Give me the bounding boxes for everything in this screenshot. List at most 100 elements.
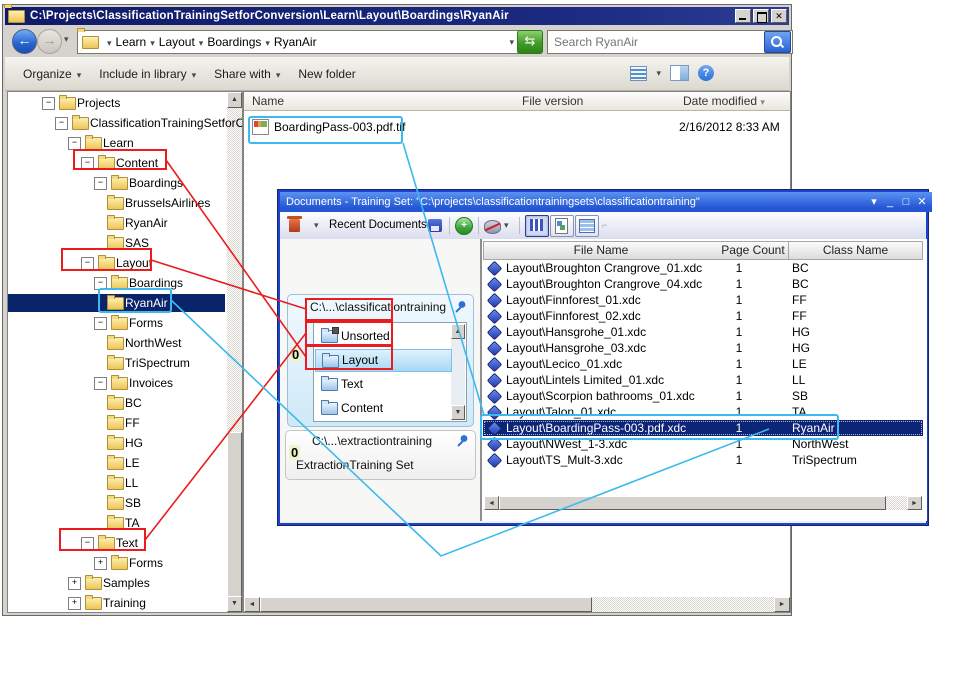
address-dropdown-icon[interactable]: ▾: [509, 37, 514, 48]
tree-scroll-thumb[interactable]: [227, 432, 242, 599]
scroll-down-icon[interactable]: ▼: [451, 405, 465, 420]
breadcrumb-item-layout[interactable]: Layout: [159, 35, 195, 49]
tree-item-layout[interactable]: −Layout: [8, 254, 225, 272]
maximize-button[interactable]: □: [898, 192, 914, 212]
scroll-right-icon[interactable]: ►: [907, 496, 922, 510]
preview-pane-icon[interactable]: [670, 65, 689, 81]
document-row[interactable]: Layout\NWest_1-3.xdc1NorthWest: [483, 436, 923, 452]
expand-toggle-icon[interactable]: −: [94, 277, 107, 290]
history-dropdown-icon[interactable]: ▾: [64, 34, 69, 45]
breadcrumb-separator-icon[interactable]: ▾: [265, 38, 270, 48]
address-field[interactable]: ▾Learn▾Layout▾Boardings▾RyanAir ▾: [77, 30, 519, 54]
document-row[interactable]: Layout\Broughton Crangrove_01.xdc1BC: [483, 260, 923, 276]
tree-item-forms[interactable]: +Forms: [8, 554, 225, 572]
scroll-left-icon[interactable]: ◄: [484, 496, 499, 510]
share-with-button[interactable]: Share with▾: [214, 67, 280, 81]
new-folder-button[interactable]: New folder: [298, 67, 355, 81]
pin-icon[interactable]: [454, 300, 467, 313]
document-row-selected[interactable]: Layout\BoardingPass-003.pdf.xdc1RyanAir: [483, 420, 923, 436]
expand-toggle-icon[interactable]: −: [81, 157, 94, 170]
documents-scroll-thumb[interactable]: [499, 496, 886, 510]
tree-item-brusselsairlines[interactable]: BrusselsAirlines: [8, 194, 225, 212]
expand-toggle-icon[interactable]: −: [94, 317, 107, 330]
expand-toggle-icon[interactable]: −: [94, 177, 107, 190]
tree-item-classificationtrainingsetforc[interactable]: −ClassificationTrainingSetforC: [8, 114, 225, 132]
expand-toggle-icon[interactable]: −: [81, 537, 94, 550]
extraction-training-card[interactable]: C:\...\extractiontraining 0 ExtractionTr…: [285, 430, 476, 480]
scroll-right-icon[interactable]: ►: [774, 597, 790, 612]
tree-item-sas[interactable]: SAS: [8, 234, 225, 252]
document-row[interactable]: Layout\Hansgrohe_01.xdc1HG: [483, 324, 923, 340]
expand-toggle-icon[interactable]: −: [94, 377, 107, 390]
breadcrumb-item-boardings[interactable]: Boardings: [207, 35, 261, 49]
tree-item-boardings[interactable]: −Boardings: [8, 274, 225, 292]
breadcrumb-separator-icon[interactable]: ▾: [107, 38, 112, 48]
expand-toggle-icon[interactable]: −: [81, 257, 94, 270]
close-button[interactable]: ✕: [914, 192, 930, 212]
recent-documents-button[interactable]: Recent Documents: [329, 217, 427, 234]
column-header-name[interactable]: Name: [244, 92, 515, 111]
tree-item-boardings[interactable]: −Boardings: [8, 174, 225, 192]
minimize-button[interactable]: _: [882, 192, 898, 212]
explorer-titlebar[interactable]: C:\Projects\ClassificationTrainingSetfor…: [5, 7, 789, 25]
tree-item-invoices[interactable]: −Invoices: [8, 374, 225, 392]
breadcrumb-item-learn[interactable]: Learn: [116, 35, 147, 49]
thumbnail-view-button[interactable]: [575, 215, 599, 237]
tree-item-bc[interactable]: BC: [8, 394, 225, 412]
scroll-up-icon[interactable]: ▲: [451, 324, 465, 339]
scroll-left-icon[interactable]: ◄: [244, 597, 260, 612]
refresh-icon[interactable]: +: [455, 217, 473, 235]
maximize-button[interactable]: [753, 9, 769, 23]
tree-item-trispectrum[interactable]: TriSpectrum: [8, 354, 225, 372]
documents-titlebar[interactable]: Documents - Training Set: "C:\projects\c…: [280, 192, 932, 212]
document-row[interactable]: Layout\Hansgrohe_03.xdc1HG: [483, 340, 923, 356]
column-header-date-modified[interactable]: Date modified ▾: [675, 92, 791, 111]
tree-item-text[interactable]: −Text: [8, 534, 225, 552]
breadcrumb-separator-icon[interactable]: ▾: [199, 38, 204, 48]
tree-item-ff[interactable]: FF: [8, 414, 225, 432]
breadcrumb-separator-icon[interactable]: ▾: [150, 38, 155, 48]
document-view-button[interactable]: [550, 215, 574, 237]
column-header-class-name[interactable]: Class Name: [789, 241, 923, 260]
expand-toggle-icon[interactable]: +: [68, 597, 81, 610]
tree-item-forms[interactable]: −Forms: [8, 314, 225, 332]
include-in-library-button[interactable]: Include in library▾: [99, 67, 196, 81]
help-icon[interactable]: ?: [698, 65, 714, 81]
tree-item-ll[interactable]: LL: [8, 474, 225, 492]
recent-documents-dropdown-icon[interactable]: ▾: [314, 217, 319, 234]
document-row[interactable]: Layout\Broughton Crangrove_04.xdc1BC: [483, 276, 923, 292]
tree-item-training[interactable]: +Training: [8, 594, 225, 612]
document-row[interactable]: Layout\Finnforest_02.xdc1FF: [483, 308, 923, 324]
window-menu-icon[interactable]: ▾: [866, 192, 882, 212]
tree-item-ryanair[interactable]: RyanAir: [8, 294, 225, 312]
refresh-button[interactable]: ⇆: [517, 30, 543, 54]
minimize-button[interactable]: [735, 9, 751, 23]
classification-training-card[interactable]: C:\...\classificationtraining 0 ▲ ▼ Unso…: [287, 294, 474, 427]
file-row-boardingpass[interactable]: BoardingPass-003.pdf.tif: [244, 118, 504, 136]
forward-button[interactable]: →: [37, 29, 62, 54]
back-button[interactable]: ←: [12, 29, 37, 54]
document-row[interactable]: Layout\TS_Mult-3.xdc1TriSpectrum: [483, 452, 923, 468]
search-input[interactable]: [548, 35, 764, 49]
document-row[interactable]: Layout\Lintels Limited_01.xdc1LL: [483, 372, 923, 388]
class-item-layout[interactable]: Layout: [315, 349, 452, 372]
tree-scrollbar[interactable]: ▲ ▼: [227, 92, 242, 612]
documents-hscrollbar[interactable]: ◄ ►: [484, 496, 922, 510]
file-list-hscrollbar[interactable]: ◄ ►: [244, 597, 790, 612]
tree-item-projects[interactable]: −Projects: [8, 94, 225, 112]
view-dropdown-icon[interactable]: ▾: [656, 68, 661, 79]
breadcrumb-item-ryanair[interactable]: RyanAir: [274, 35, 317, 49]
pin-icon[interactable]: [456, 434, 469, 447]
expand-toggle-icon[interactable]: +: [94, 557, 107, 570]
document-row[interactable]: Layout\Scorpion bathrooms_01.xdc1SB: [483, 388, 923, 404]
organize-button[interactable]: Organize▾: [23, 67, 81, 81]
document-row[interactable]: Layout\Finnforest_01.xdc1FF: [483, 292, 923, 308]
classify-stamp-icon[interactable]: [484, 220, 501, 234]
expand-toggle-icon[interactable]: +: [68, 577, 81, 590]
class-list-scrollbar[interactable]: ▲ ▼: [451, 324, 465, 420]
expand-toggle-icon[interactable]: −: [68, 137, 81, 150]
tree-item-le[interactable]: LE: [8, 454, 225, 472]
scroll-up-icon[interactable]: ▲: [227, 92, 242, 108]
save-icon[interactable]: [428, 219, 442, 232]
class-item-content[interactable]: Content: [315, 397, 450, 420]
